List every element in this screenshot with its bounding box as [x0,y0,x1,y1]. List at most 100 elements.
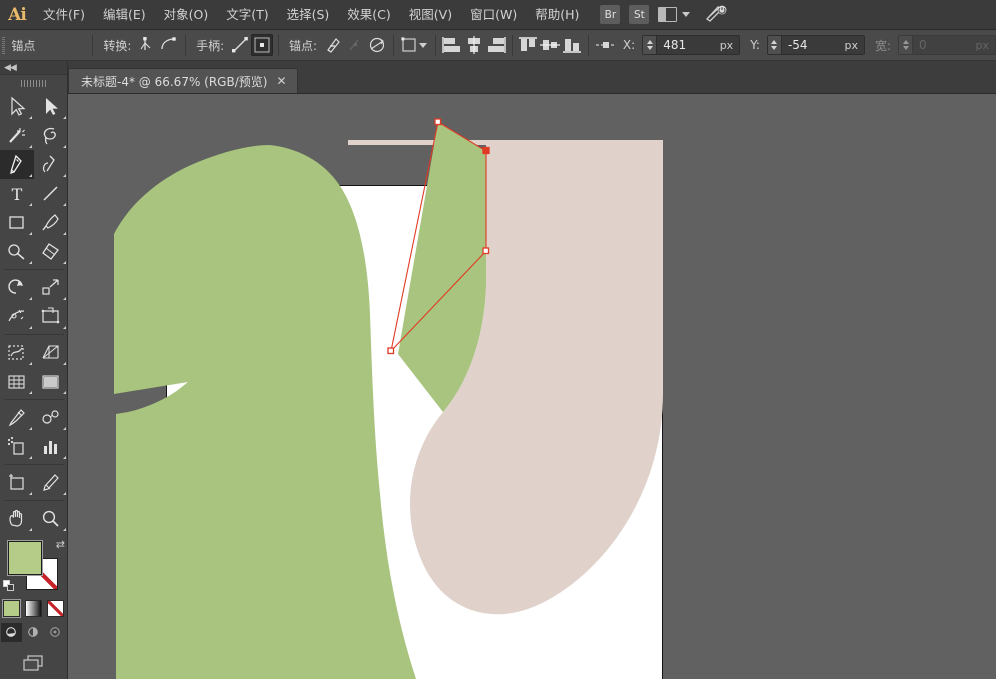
y-value[interactable]: -54 [788,38,808,52]
x-position-field[interactable]: 481px [642,35,740,55]
menu-effect[interactable]: 效果(C) [338,0,399,30]
x-value[interactable]: 481 [663,38,686,52]
pen-tool[interactable] [0,150,34,179]
paintbrush-tool[interactable] [34,208,68,237]
align-bottom-button[interactable] [561,34,583,56]
column-graph-tool[interactable] [34,432,68,461]
tool-group-indicator [29,261,32,264]
gradient-button[interactable] [25,600,42,617]
rotate-tool[interactable] [0,273,34,302]
shape-builder-tool[interactable] [0,338,34,367]
handles-label: 手柄: [191,37,229,54]
artboard-tool[interactable] [0,468,34,497]
shaper-tool[interactable] [0,237,34,266]
stock-button[interactable]: St [629,5,649,24]
menu-file[interactable]: 文件(F) [34,0,94,30]
zoom-tool[interactable] [34,504,68,533]
anchor-point-selected [483,148,489,154]
slice-tool[interactable] [34,468,68,497]
tool-group-indicator [63,297,66,300]
width-tool[interactable] [0,302,34,331]
menu-help[interactable]: 帮助(H) [526,0,588,30]
convert-to-corner-button[interactable] [136,34,158,56]
pink-shape [348,140,663,614]
free-transform-tool[interactable] [34,302,68,331]
fill-stroke-controls: ⇄ [0,536,68,596]
line-segment-tool[interactable] [34,179,68,208]
align-top-button[interactable] [517,34,539,56]
tool-group-indicator [63,232,66,235]
tools-panel-header: ◀◀ [0,61,67,75]
tools-panel-grip[interactable] [0,75,67,92]
document-tab[interactable]: 未标题-4* @ 66.67% (RGB/预览) ✕ [68,68,298,93]
menu-bar-right-tools: Br St [600,4,727,25]
align-center-vertical-button[interactable] [539,34,561,56]
symbol-sprayer-tool[interactable] [0,432,34,461]
menu-type[interactable]: 文字(T) [217,0,277,30]
tool-group-indicator [29,203,32,206]
convert-to-smooth-button[interactable] [158,34,180,56]
draw-normal-button[interactable] [1,623,22,642]
draw-behind-button[interactable] [23,623,44,642]
tool-group-indicator [63,174,66,177]
menu-view[interactable]: 视图(V) [400,0,461,30]
align-center-horizontal-button[interactable] [463,34,485,56]
gradient-tool[interactable] [34,367,68,396]
blend-tool[interactable] [34,403,68,432]
menu-window[interactable]: 窗口(W) [461,0,526,30]
hand-tool[interactable] [0,504,34,533]
menu-object[interactable]: 对象(O) [155,0,218,30]
direct-selection-tool[interactable] [34,92,68,121]
screen-mode-button[interactable] [0,653,67,673]
lasso-tool[interactable] [34,121,68,150]
arrange-documents-button[interactable] [658,7,690,22]
canvas-area[interactable] [68,94,996,679]
anchor-point [388,348,394,354]
close-icon[interactable]: ✕ [276,75,286,87]
document-tab-bar: 未标题-4* @ 66.67% (RGB/预览) ✕ [0,61,996,94]
perspective-grid-tool[interactable] [34,338,68,367]
eyedropper-tool[interactable] [0,403,34,432]
divider [393,35,394,56]
fill-swatch[interactable] [8,541,42,575]
collapse-panel-icon[interactable]: ◀◀ [4,63,16,73]
tool-group-indicator [63,456,66,459]
anchor-point [435,119,441,125]
align-right-button[interactable] [485,34,507,56]
selection-tool[interactable] [0,92,34,121]
tool-group-indicator [63,492,66,495]
tool-group-indicator [29,362,32,365]
scale-tool[interactable] [34,273,68,302]
workspace-switcher-icon[interactable] [705,4,727,25]
tool-group-indicator [29,427,32,430]
y-label: Y: [740,38,765,52]
artwork-layer [68,94,996,679]
rectangle-tool[interactable] [0,208,34,237]
type-tool[interactable]: T [0,179,34,208]
isolate-selected-object-button[interactable] [366,34,388,56]
menu-select[interactable]: 选择(S) [278,0,339,30]
menu-edit[interactable]: 编辑(E) [94,0,155,30]
magic-wand-tool[interactable] [0,121,34,150]
color-button[interactable] [3,600,20,617]
remove-anchor-point-button[interactable] [322,34,344,56]
x-stepper[interactable] [643,36,657,54]
y-position-field[interactable]: -54px [767,35,865,55]
bridge-button[interactable]: Br [600,5,620,24]
control-bar: 锚点 转换: 手柄: [0,30,996,61]
swap-fill-stroke-icon[interactable]: ⇄ [56,538,65,551]
curvature-tool[interactable] [34,150,68,179]
none-button[interactable] [47,600,64,617]
svg-text:T: T [12,185,23,204]
mesh-tool[interactable] [0,367,34,396]
y-stepper[interactable] [768,36,782,54]
transform-panel-button[interactable] [399,34,430,56]
hide-handles-button[interactable] [251,34,273,56]
align-left-button[interactable] [441,34,463,56]
draw-inside-button[interactable] [45,623,66,642]
tool-group-indicator [63,362,66,365]
eraser-tool[interactable] [34,237,68,266]
default-fill-stroke-icon[interactable] [3,580,16,593]
show-handles-button[interactable] [229,34,251,56]
anchor-actions-label: 锚点: [284,37,322,54]
